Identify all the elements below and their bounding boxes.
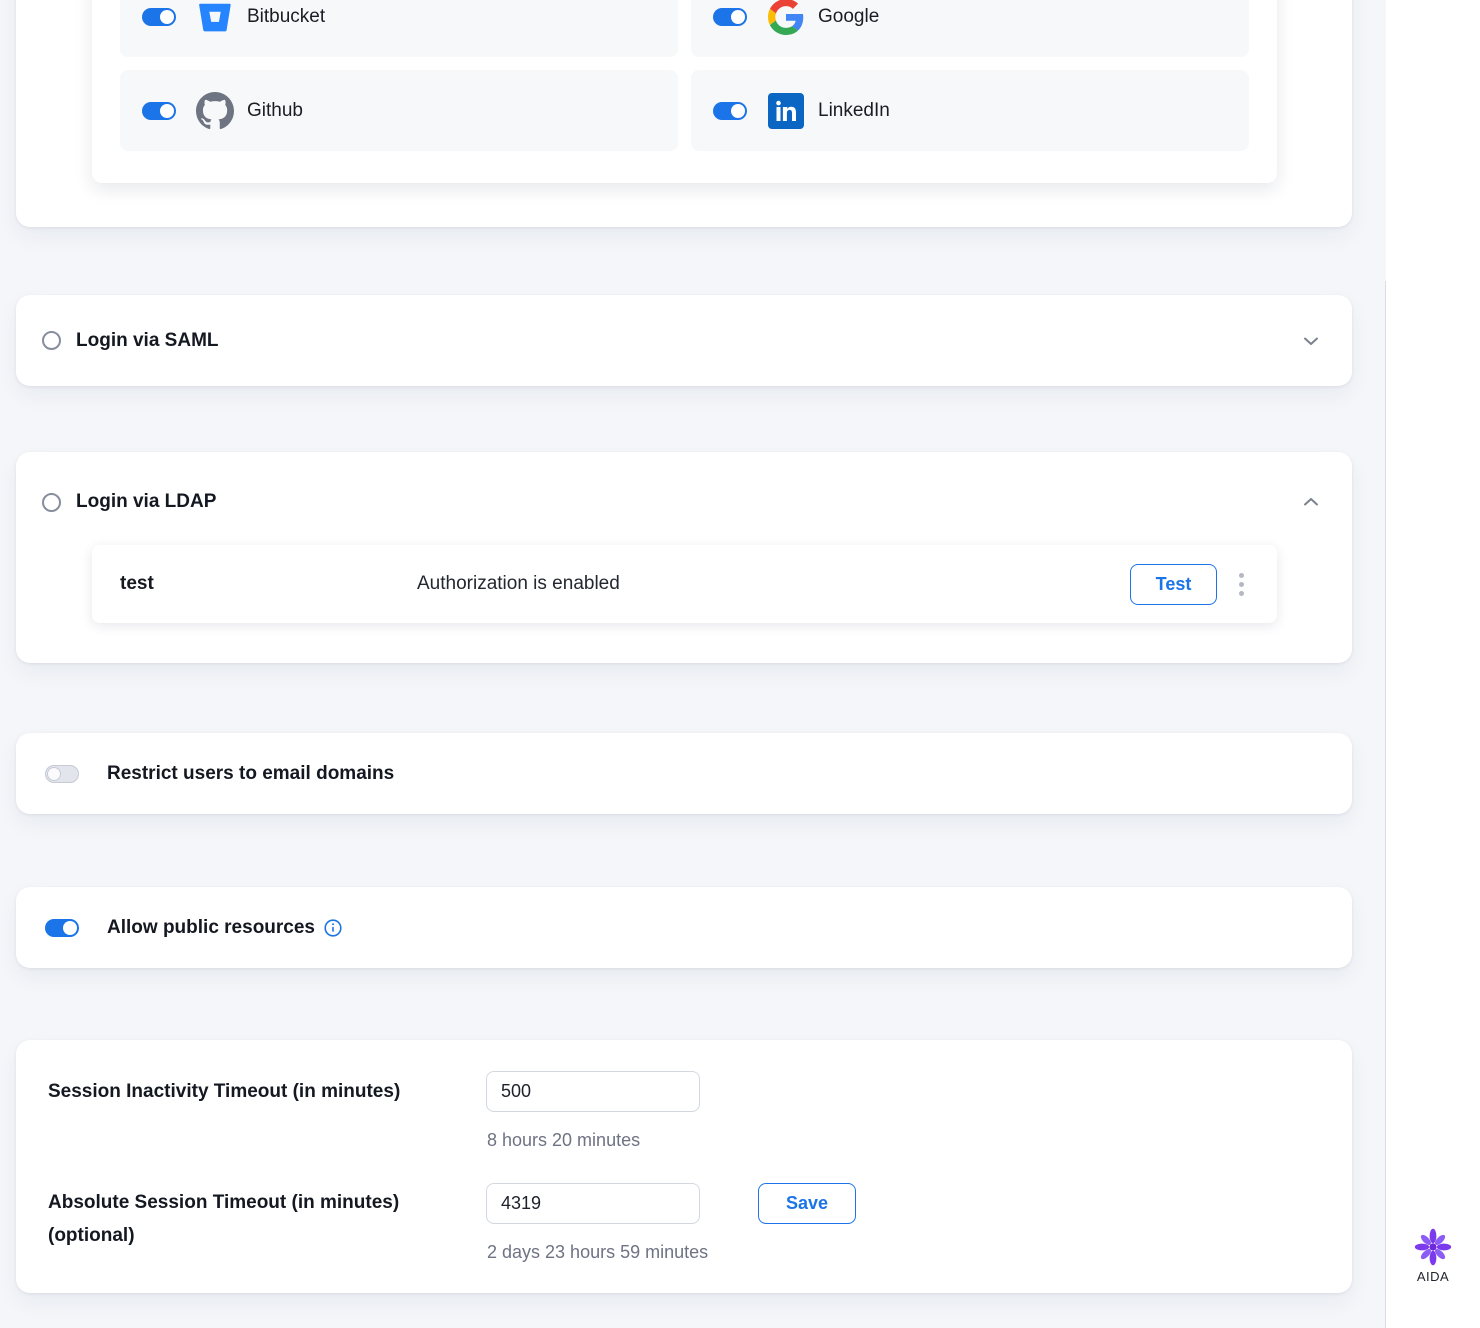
provider-label: Google: [818, 6, 879, 28]
aida-branding: AIDA: [1409, 1228, 1457, 1284]
save-button[interactable]: Save: [758, 1183, 856, 1224]
github-icon: [196, 92, 234, 130]
bitbucket-icon: [196, 0, 234, 36]
inactivity-timeout-hint: 8 hours 20 minutes: [487, 1130, 640, 1151]
linkedin-toggle[interactable]: [713, 102, 747, 120]
absolute-timeout-label: Absolute Session Timeout (in minutes) (o…: [48, 1186, 399, 1252]
provider-tile-github: Github: [120, 70, 678, 151]
absolute-timeout-input[interactable]: [486, 1183, 700, 1224]
oauth-providers-panel: Bitbucket Google Github: [92, 0, 1277, 183]
restrict-domains-label: Restrict users to email domains: [107, 763, 394, 785]
vertical-divider: [1385, 281, 1386, 1328]
oauth-providers-section: Bitbucket Google Github: [16, 0, 1352, 227]
provider-tile-linkedin: LinkedIn: [691, 70, 1249, 151]
kebab-menu-icon[interactable]: [1229, 564, 1253, 604]
public-resources-toggle[interactable]: [45, 919, 79, 937]
provider-label: Bitbucket: [247, 6, 325, 28]
ldap-header[interactable]: Login via LDAP: [16, 452, 1352, 552]
provider-tile-google: Google: [691, 0, 1249, 57]
ldap-connection-name: test: [120, 573, 417, 595]
provider-label: Github: [247, 100, 303, 122]
inactivity-timeout-input[interactable]: [486, 1071, 700, 1112]
ldap-title: Login via LDAP: [76, 491, 216, 513]
saml-header[interactable]: Login via SAML: [16, 295, 1352, 386]
bitbucket-toggle[interactable]: [142, 8, 176, 26]
public-resources-label: Allow public resources: [107, 917, 315, 939]
saml-section: Login via SAML: [16, 295, 1352, 386]
aida-label: AIDA: [1409, 1269, 1457, 1284]
provider-label: LinkedIn: [818, 100, 890, 122]
aida-flower-icon: [1409, 1228, 1457, 1266]
session-timeout-section: Session Inactivity Timeout (in minutes) …: [16, 1040, 1352, 1293]
restrict-domains-toggle[interactable]: [45, 765, 79, 783]
restrict-domains-section: Restrict users to email domains: [16, 733, 1352, 814]
chevron-down-icon[interactable]: [1300, 330, 1322, 352]
google-icon: [767, 0, 805, 36]
saml-title: Login via SAML: [76, 330, 219, 352]
info-icon[interactable]: [324, 919, 342, 937]
chevron-up-icon[interactable]: [1300, 491, 1322, 513]
public-resources-section: Allow public resources: [16, 887, 1352, 968]
saml-radio[interactable]: [42, 331, 61, 350]
github-toggle[interactable]: [142, 102, 176, 120]
right-sidebar-strip: [1386, 0, 1480, 1328]
absolute-timeout-hint: 2 days 23 hours 59 minutes: [487, 1242, 708, 1263]
provider-tile-bitbucket: Bitbucket: [120, 0, 678, 57]
inactivity-timeout-label: Session Inactivity Timeout (in minutes): [48, 1075, 400, 1108]
ldap-connection-row: test Authorization is enabled Test: [92, 545, 1277, 623]
ldap-section: Login via LDAP test Authorization is ena…: [16, 452, 1352, 663]
test-button[interactable]: Test: [1130, 564, 1217, 605]
linkedin-icon: [767, 92, 805, 130]
ldap-radio[interactable]: [42, 493, 61, 512]
google-toggle[interactable]: [713, 8, 747, 26]
ldap-connection-status: Authorization is enabled: [417, 573, 1130, 595]
